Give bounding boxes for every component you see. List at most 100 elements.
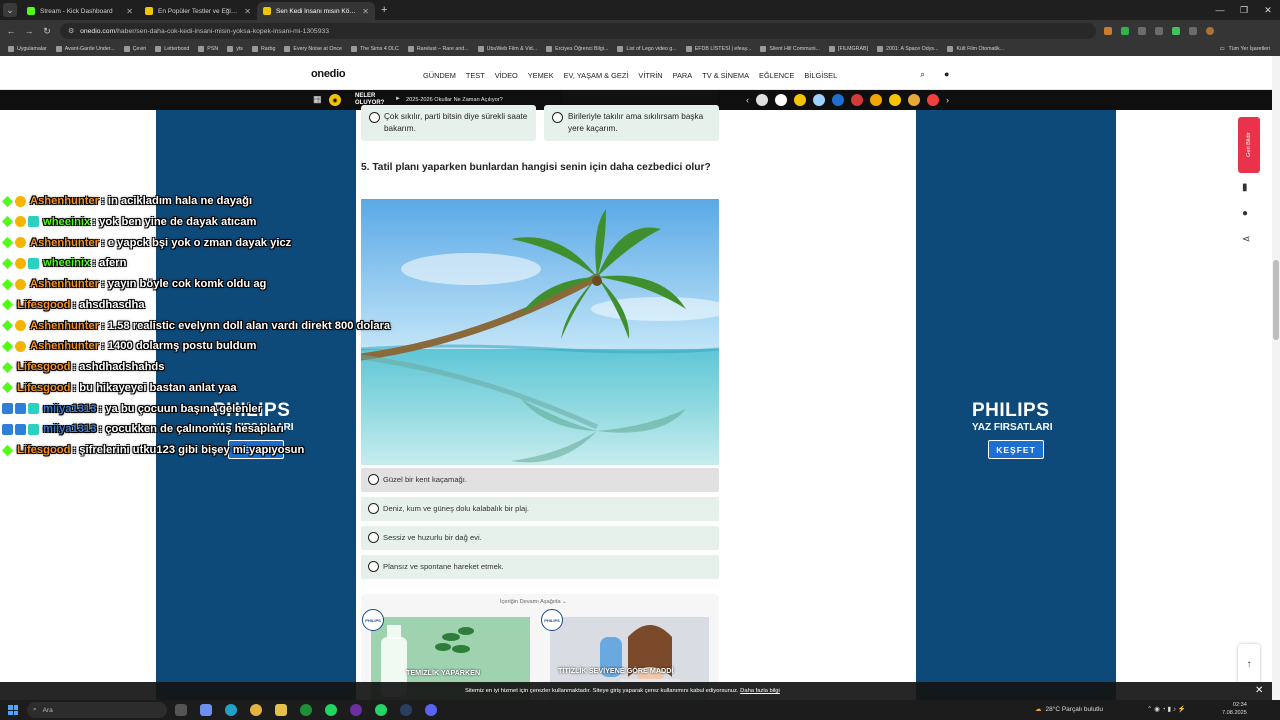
bookmark-item[interactable]: yts xyxy=(227,46,243,52)
user-icon[interactable]: ● xyxy=(944,69,949,79)
ad-brand-right[interactable]: PHILIPS xyxy=(972,400,1049,422)
whatsapp-icon[interactable] xyxy=(375,704,387,716)
file-explorer-icon[interactable] xyxy=(275,704,287,716)
xbox-icon[interactable] xyxy=(300,704,312,716)
bookmark-item[interactable]: Rarelust – Rare and... xyxy=(407,46,469,52)
nav-item[interactable]: VİTRİN xyxy=(638,71,662,80)
answer-option[interactable]: Güzel bir kent kaçamağı. xyxy=(361,468,719,492)
bookmark-item[interactable]: PSN xyxy=(198,46,218,52)
bookmark-item[interactable]: Letterboxd xyxy=(155,46,189,52)
extension-icon[interactable] xyxy=(1189,27,1197,35)
chat-username[interactable]: miiya1313 xyxy=(43,423,97,435)
nav-item[interactable]: TV & SİNEMA xyxy=(702,71,749,80)
forward-icon[interactable]: → xyxy=(24,26,34,36)
category-icon[interactable] xyxy=(832,94,844,106)
ad-discover-button-right[interactable]: KEŞFET xyxy=(988,440,1044,459)
new-tab-icon[interactable]: + xyxy=(381,4,387,16)
task-view-icon[interactable] xyxy=(175,704,187,716)
browser-tab[interactable]: En Popüler Testler ve Eğlenceli ✕ xyxy=(139,2,257,20)
nav-item[interactable]: VİDEO xyxy=(495,71,518,80)
extension-icon[interactable] xyxy=(1104,27,1112,35)
chat-username[interactable]: Ashenhunter xyxy=(30,340,99,352)
back-to-top-button[interactable]: ↑ xyxy=(1238,644,1260,684)
bookmark-item[interactable]: 2001: A Space Odys... xyxy=(877,46,938,52)
site-logo[interactable]: onedio xyxy=(311,68,346,80)
bookmark-item[interactable]: EFDB LİSTESİ | efeay... xyxy=(685,46,751,52)
close-tab-icon[interactable]: ✕ xyxy=(244,7,251,16)
category-icon[interactable] xyxy=(908,94,920,106)
spotify-icon[interactable] xyxy=(325,704,337,716)
edge-icon[interactable] xyxy=(225,704,237,716)
radio-button[interactable] xyxy=(369,112,380,123)
bookmark-item[interactable]: The Sims 4 DLC xyxy=(350,46,399,52)
chat-username[interactable]: Lifesgood xyxy=(17,444,70,456)
browser-tab[interactable]: Stream - Kick Dashboard ✕ xyxy=(21,2,139,20)
extension-icon[interactable] xyxy=(1155,27,1163,35)
feedback-button[interactable]: Geri Bildir xyxy=(1238,117,1260,173)
tab-search-icon[interactable]: ⌄ xyxy=(3,3,17,17)
chat-username[interactable]: Ashenhunter xyxy=(30,278,99,290)
bookmark-item[interactable]: Silent Hill Communi... xyxy=(760,46,820,52)
category-icon[interactable] xyxy=(813,94,825,106)
bookmark-item[interactable]: Çeviri xyxy=(123,46,146,52)
category-icon[interactable] xyxy=(775,94,787,106)
profile-avatar-icon[interactable] xyxy=(1206,27,1214,35)
extension-icon[interactable] xyxy=(1172,27,1180,35)
close-tab-icon[interactable]: ✕ xyxy=(126,7,133,16)
nav-item[interactable]: EĞLENCE xyxy=(759,71,794,80)
chat-username[interactable]: Ashenhunter xyxy=(30,320,99,332)
browser-tab-active[interactable]: Sen Kedi İnsanı mısın Köpek İn ✕ xyxy=(257,2,375,20)
chat-username[interactable]: wheeinix xyxy=(43,216,90,228)
nav-item[interactable]: PARA xyxy=(673,71,693,80)
obs-icon[interactable] xyxy=(350,704,362,716)
trending-headline[interactable]: 2025-2026 Okullar Ne Zaman Açılıyor? xyxy=(406,97,503,103)
page-scrollbar[interactable] xyxy=(1272,56,1280,702)
bookmark-item[interactable]: Kült Film Otomatik... xyxy=(947,46,1004,52)
category-icon[interactable] xyxy=(870,94,882,106)
windows-start-icon[interactable] xyxy=(8,705,18,715)
share-icon[interactable]: ⋖ xyxy=(1242,234,1250,245)
scrollbar-thumb[interactable] xyxy=(1273,260,1279,340)
chat-username[interactable]: Ashenhunter xyxy=(30,195,99,207)
radio-button[interactable] xyxy=(552,112,563,123)
chrome-icon[interactable] xyxy=(250,704,262,716)
chat-username[interactable]: miiya1313 xyxy=(43,403,97,415)
bookmark-item[interactable]: [FILMGRAB] xyxy=(829,46,868,52)
chat-username[interactable]: wheeinix xyxy=(43,257,90,269)
category-icon[interactable] xyxy=(851,94,863,106)
chat-username[interactable]: Lifesgood xyxy=(17,361,70,373)
cookie-more-link[interactable]: Daha fazla bilgi xyxy=(740,688,780,694)
reload-icon[interactable]: ↻ xyxy=(42,26,52,37)
all-bookmarks[interactable]: ▭ Tüm Yer İşaretleri xyxy=(1219,42,1270,56)
nav-item[interactable]: GÜNDEM xyxy=(423,71,456,80)
discord-icon[interactable] xyxy=(425,704,437,716)
nav-item[interactable]: YEMEK xyxy=(528,71,554,80)
chevron-left-icon[interactable]: ‹ xyxy=(746,95,749,105)
bookmark-item[interactable]: Every Noise at Once xyxy=(284,46,342,52)
radio-button[interactable] xyxy=(368,532,379,543)
nav-item[interactable]: BİLGİSEL xyxy=(804,71,837,80)
chat-username[interactable]: Lifesgood xyxy=(17,299,70,311)
minimize-icon[interactable]: — xyxy=(1208,5,1232,15)
maximize-icon[interactable]: ❐ xyxy=(1232,5,1256,16)
back-icon[interactable]: ← xyxy=(6,26,16,36)
site-info-icon[interactable]: ⚙ xyxy=(68,27,74,35)
close-tab-icon[interactable]: ✕ xyxy=(362,7,369,16)
chat-username[interactable]: Lifesgood xyxy=(17,382,70,394)
close-icon[interactable]: ✕ xyxy=(1255,685,1263,696)
category-icon[interactable] xyxy=(794,94,806,106)
answer-option[interactable]: Deniz, kum ve güneş dolu kalabalık bir p… xyxy=(361,497,719,521)
steam-icon[interactable] xyxy=(400,704,412,716)
clock[interactable]: 02:34 7.08.2025 xyxy=(1222,702,1247,717)
search-icon[interactable]: ⌕ xyxy=(920,69,925,80)
nav-item[interactable]: EV, YAŞAM & GEZİ xyxy=(564,71,629,80)
bookmark-item[interactable]: Avant-Garde Under... xyxy=(55,46,115,52)
comment-icon[interactable]: ● xyxy=(1242,208,1248,219)
copilot-icon[interactable] xyxy=(200,704,212,716)
bookmark-item[interactable]: Uygulamalar xyxy=(8,46,47,52)
category-icon[interactable] xyxy=(756,94,768,106)
category-icon[interactable] xyxy=(927,94,939,106)
close-window-icon[interactable]: ✕ xyxy=(1256,5,1280,16)
chevron-right-icon[interactable]: › xyxy=(946,95,949,105)
extension-icon[interactable] xyxy=(1138,27,1146,35)
